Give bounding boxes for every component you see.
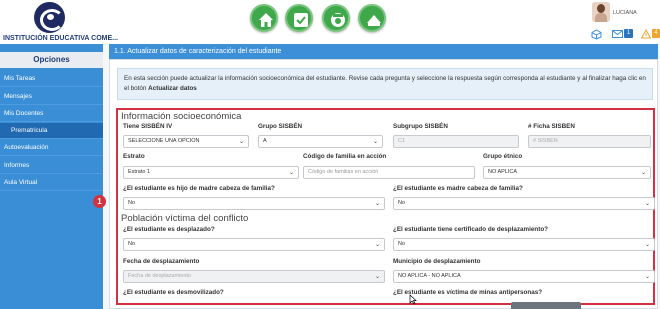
chevron-down-icon: ⌄ xyxy=(640,170,646,176)
alert-count-badge: 4 xyxy=(652,29,660,38)
cube-icon[interactable] xyxy=(591,29,602,42)
hijo-madre-select[interactable]: No ⌄ xyxy=(123,197,385,210)
chevron-down-icon: ⌄ xyxy=(288,170,294,176)
sidebar-item-informes[interactable]: Informes xyxy=(0,158,103,174)
avatar[interactable] xyxy=(592,2,610,22)
grupo-sisben-select[interactable]: A ⌄ xyxy=(258,135,383,148)
highlight-box: Información socioeconómica Tiene SISBÉN … xyxy=(116,108,655,305)
mail-icon[interactable] xyxy=(612,30,623,40)
certificado-value: No xyxy=(398,241,406,247)
sidebar-item-mis-docentes[interactable]: Mis Docentes xyxy=(0,106,103,122)
desplazado-label: ¿El estudiante es desplazado? xyxy=(123,226,215,233)
chevron-down-icon: ⌄ xyxy=(644,274,650,280)
desmovilizado-label: ¿El estudiante es desmovilizado? xyxy=(123,289,224,296)
warning-icon[interactable] xyxy=(640,28,652,41)
codigo-familia-label: Código de familia en acción xyxy=(303,153,387,160)
institution-name: INSTITUCIÓN EDUCATIVA COME... xyxy=(3,35,118,42)
disc-icon[interactable] xyxy=(322,4,350,32)
mail-count-badge: 1 xyxy=(624,29,633,38)
sidebar-item-aula-virtual[interactable]: Aula Virtual xyxy=(0,175,103,191)
sisben-select[interactable]: SELECCIONE UNA OPCION ⌄ xyxy=(123,135,249,148)
chevron-down-icon: ⌄ xyxy=(644,201,650,207)
sidebar-item-prematricula[interactable]: Prematricula xyxy=(0,123,103,139)
fecha-desplazamiento-select[interactable]: Fecha de desplazamiento ⌄ xyxy=(123,270,385,283)
municipio-value: NO APLICA - NO APLICA xyxy=(398,273,461,279)
sisben-label: Tiene SISBÉN IV xyxy=(123,123,173,130)
grupo-etnico-select[interactable]: NO APLICA ⌄ xyxy=(483,166,651,179)
es-madre-value: No xyxy=(398,200,406,206)
fecha-desplazamiento-value: Fecha de desplazamiento xyxy=(128,273,191,279)
bottom-button-edge[interactable] xyxy=(511,302,581,309)
hijo-madre-label: ¿El estudiante es hijo de madre cabeza d… xyxy=(123,185,275,192)
sidebar-item-mis-tareas[interactable]: Mis Tareas xyxy=(0,71,103,87)
municipio-select[interactable]: NO APLICA - NO APLICA ⌄ xyxy=(393,270,655,283)
grupo-sisben-label: Grupo SISBÉN xyxy=(258,123,303,130)
certificado-select[interactable]: No ⌄ xyxy=(393,238,655,251)
certificado-label: ¿El estudiante tiene certificado de desp… xyxy=(393,226,549,233)
top-header: INSTITUCIÓN EDUCATIVA COME... LUCIANA 1 … xyxy=(0,0,660,44)
subgrupo-label: Subgrupo SISBÉN xyxy=(393,123,448,130)
es-madre-label: ¿El estudiante es madre cabeza de famili… xyxy=(393,185,523,192)
chevron-down-icon: ⌄ xyxy=(374,201,380,207)
institution-logo[interactable] xyxy=(34,2,65,33)
home-icon[interactable] xyxy=(250,4,278,32)
chevron-down-icon: ⌄ xyxy=(238,139,244,145)
cursor-icon xyxy=(409,294,417,307)
info-message: En esta sección puede actualizar la info… xyxy=(117,68,653,100)
sidebar-title: Opciones xyxy=(0,52,103,68)
codigo-familia-input[interactable]: Código de familias en acción xyxy=(303,166,475,179)
ficha-input[interactable]: # SISBEN xyxy=(528,135,651,148)
grupo-etnico-label: Grupo étnico xyxy=(483,153,523,160)
step-marker: 1 xyxy=(93,195,106,208)
sidebar-item-mensajes[interactable]: Mensajes xyxy=(0,89,103,105)
chevron-down-icon: ⌄ xyxy=(644,242,650,248)
main-content: 1.1. Actualizar datos de caracterización… xyxy=(103,44,660,309)
panel-body: En esta sección puede actualizar la info… xyxy=(109,59,658,309)
chevron-down-icon: ⌄ xyxy=(374,242,380,248)
fecha-desplazamiento-label: Fecha de desplazamiento xyxy=(123,258,200,265)
sidebar: Opciones Mis Tareas Mensajes Mis Docente… xyxy=(0,44,103,309)
estrato-label: Estrato xyxy=(123,153,145,160)
dome-icon[interactable] xyxy=(358,4,386,32)
es-madre-select[interactable]: No ⌄ xyxy=(393,197,655,210)
info-bold-text: Actualizar datos xyxy=(148,85,197,92)
ficha-label: # Ficha SISBEN xyxy=(528,123,575,130)
estrato-select[interactable]: Estrato 1 ⌄ xyxy=(123,166,299,179)
chevron-down-icon: ⌄ xyxy=(374,274,380,280)
section-title-socio: Información socioeconómica xyxy=(121,111,242,122)
estrato-value: Estrato 1 xyxy=(128,169,151,175)
info-text: En esta sección puede actualizar la info… xyxy=(124,75,646,92)
grupo-etnico-value: NO APLICA xyxy=(488,169,518,175)
section-title-victima: Población víctima del conflicto xyxy=(121,213,249,224)
sisben-select-value: SELECCIONE UNA OPCION xyxy=(128,138,200,144)
chevron-down-icon: ⌄ xyxy=(372,139,378,145)
grupo-sisben-value: A xyxy=(263,138,267,144)
sidebar-item-autoevaluacion[interactable]: Autoevaluación xyxy=(0,140,103,156)
desplazado-value: No xyxy=(128,241,136,247)
panel-title: 1.1. Actualizar datos de caracterización… xyxy=(109,44,658,59)
municipio-label: Municipio de desplazamiento xyxy=(393,258,481,265)
hijo-madre-value: No xyxy=(128,200,136,206)
subgrupo-input[interactable]: C1 xyxy=(393,135,519,148)
check-icon[interactable] xyxy=(285,4,313,32)
user-name[interactable]: LUCIANA xyxy=(613,10,637,16)
desplazado-select[interactable]: No ⌄ xyxy=(123,238,385,251)
